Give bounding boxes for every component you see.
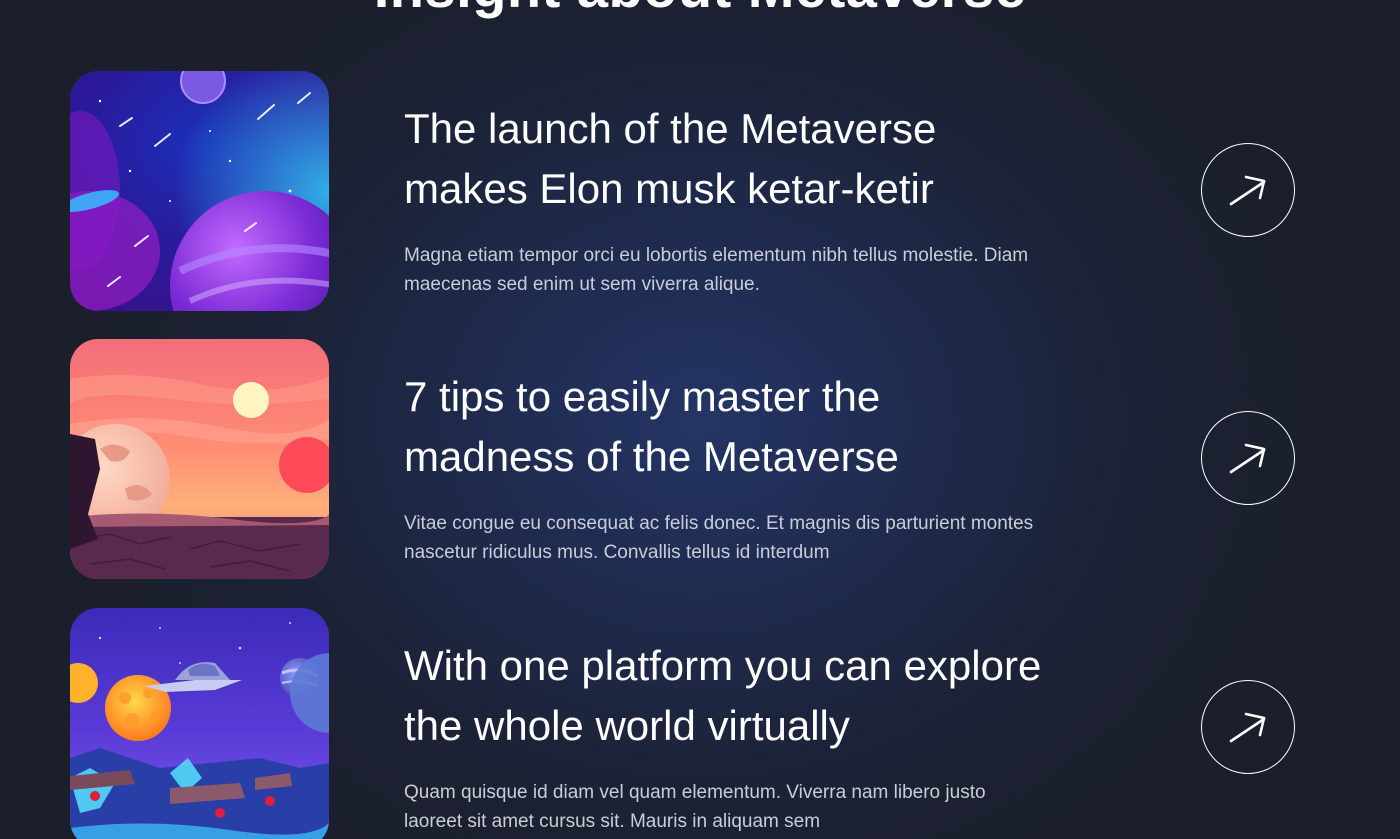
- article-title[interactable]: With one platform you can explore the wh…: [404, 636, 1044, 756]
- arrow-up-right-icon: [1229, 175, 1266, 206]
- article-title[interactable]: 7 tips to easily master the madness of t…: [404, 367, 1044, 487]
- section-heading: Insight about Metaverse: [0, 0, 1400, 16]
- read-more-button[interactable]: [1201, 143, 1295, 237]
- article-description: Magna etiam tempor orci eu lobortis elem…: [404, 245, 1029, 295]
- alien-sunset-landscape-image: [70, 339, 329, 579]
- arrow-up-right-icon: [1229, 712, 1266, 743]
- article-card: 7 tips to easily master the madness of t…: [70, 339, 1330, 579]
- article-thumbnail-space[interactable]: [70, 71, 329, 311]
- article-card: The launch of the Metaverse makes Elon m…: [70, 71, 1330, 311]
- article-thumbnail-sunset[interactable]: [70, 339, 329, 579]
- read-more-button[interactable]: [1201, 411, 1295, 505]
- article-thumbnail-spaceship[interactable]: [70, 608, 329, 839]
- read-more-button[interactable]: [1201, 680, 1295, 774]
- article-description: Quam quisque id diam vel quam elementum.…: [404, 782, 986, 832]
- arrow-up-right-icon: [1229, 443, 1266, 474]
- space-planets-image: [70, 71, 329, 311]
- article-card: With one platform you can explore the wh…: [70, 608, 1330, 839]
- article-title[interactable]: The launch of the Metaverse makes Elon m…: [404, 99, 1044, 219]
- article-description: Vitae congue eu consequat ac felis donec…: [404, 513, 1034, 563]
- spaceship-floating-islands-image: [70, 608, 329, 839]
